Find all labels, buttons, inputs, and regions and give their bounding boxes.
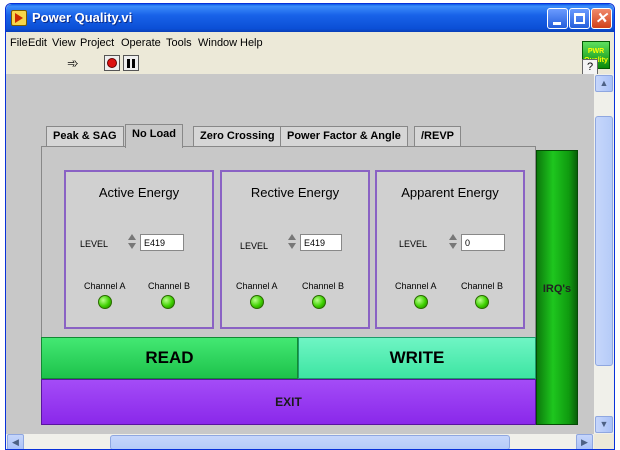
- menu-bar: File Edit View Project Operate Tools Win…: [6, 34, 614, 52]
- menu-help[interactable]: Help: [240, 37, 263, 49]
- menu-view[interactable]: View: [52, 37, 76, 49]
- vertical-scroll-thumb[interactable]: [595, 116, 613, 366]
- pause-button[interactable]: [123, 55, 139, 71]
- menu-window[interactable]: Window: [198, 37, 237, 49]
- card-title: Rective Energy: [250, 185, 340, 200]
- level-label: LEVEL: [240, 241, 269, 251]
- irq-button[interactable]: IRQ's: [536, 150, 578, 425]
- channel-a-led: [414, 295, 428, 309]
- window-title: Power Quality.vi: [32, 10, 133, 25]
- level-input[interactable]: [300, 234, 342, 251]
- menu-project[interactable]: Project: [80, 37, 114, 49]
- horizontal-scroll-thumb[interactable]: [110, 435, 510, 449]
- abort-button[interactable]: [104, 55, 120, 71]
- maximize-button[interactable]: [569, 8, 590, 29]
- increment-decrement-icon[interactable]: [128, 234, 136, 250]
- channel-a-label: Channel A: [84, 281, 126, 291]
- toolbar: ➾: [6, 52, 614, 74]
- increment-decrement-icon[interactable]: [288, 234, 296, 250]
- channel-b-led: [312, 295, 326, 309]
- level-label: LEVEL: [399, 239, 428, 249]
- apparent-energy-card: Apparent Energy LEVEL Channel A Channel …: [375, 170, 525, 329]
- menu-file[interactable]: File: [10, 37, 28, 49]
- close-icon: ✕: [595, 10, 608, 27]
- pause-icon: [132, 59, 135, 68]
- increment-decrement-icon[interactable]: [449, 234, 457, 250]
- level-input[interactable]: [461, 234, 505, 251]
- horizontal-scrollbar[interactable]: ◀ ▶: [6, 434, 594, 449]
- write-button[interactable]: WRITE: [298, 337, 536, 379]
- title-bar[interactable]: Power Quality.vi ✕: [6, 4, 614, 32]
- exit-button[interactable]: EXIT: [41, 379, 536, 425]
- pause-icon: [127, 59, 130, 68]
- scroll-down-icon[interactable]: ▼: [595, 416, 613, 433]
- channel-a-led: [98, 295, 112, 309]
- irq-label: IRQ's: [542, 283, 572, 295]
- card-title: Active Energy: [98, 185, 180, 200]
- active-energy-card: Active Energy LEVEL Channel A Channel B: [64, 170, 214, 329]
- rective-energy-card: Rective Energy LEVEL Channel A Channel B: [220, 170, 370, 329]
- channel-a-label: Channel A: [395, 281, 437, 291]
- maximize-icon: [574, 13, 585, 24]
- channel-a-label: Channel A: [236, 281, 278, 291]
- menu-tools[interactable]: Tools: [166, 37, 192, 49]
- tab-zero-crossing[interactable]: Zero Crossing: [193, 126, 282, 146]
- channel-b-label: Channel B: [461, 281, 504, 291]
- context-help-button[interactable]: ?: [582, 59, 598, 75]
- minimize-icon: [553, 22, 561, 25]
- scroll-left-icon[interactable]: ◀: [7, 434, 24, 449]
- card-title: Apparent Energy: [401, 185, 499, 200]
- vertical-scrollbar[interactable]: ▲ ▼: [594, 74, 614, 434]
- app-window: Power Quality.vi ✕ File Edit View Projec…: [5, 3, 615, 450]
- tab-revp[interactable]: /REVP: [414, 126, 462, 146]
- level-input[interactable]: [140, 234, 184, 251]
- channel-b-label: Channel B: [148, 281, 191, 291]
- tab-peak-sag[interactable]: Peak & SAG: [46, 126, 124, 146]
- run-arrow-icon[interactable]: ➾: [67, 55, 79, 72]
- scroll-up-icon[interactable]: ▲: [595, 75, 613, 92]
- channel-b-led: [475, 295, 489, 309]
- stop-icon: [107, 58, 117, 68]
- menu-operate[interactable]: Operate: [121, 37, 161, 49]
- front-panel: Peak & SAG No Load Zero Crossing Power F…: [6, 74, 594, 434]
- channel-a-led: [250, 295, 264, 309]
- level-label: LEVEL: [80, 239, 109, 249]
- minimize-button[interactable]: [547, 8, 568, 29]
- channel-b-led: [161, 295, 175, 309]
- tab-power-factor-angle[interactable]: Power Factor & Angle: [280, 126, 408, 146]
- channel-b-label: Channel B: [302, 281, 345, 291]
- resize-grip-icon[interactable]: [595, 435, 613, 449]
- labview-vi-icon: [11, 10, 27, 26]
- scroll-right-icon[interactable]: ▶: [576, 434, 593, 449]
- menu-edit[interactable]: Edit: [28, 37, 47, 49]
- read-button[interactable]: READ: [41, 337, 298, 379]
- tab-no-load[interactable]: No Load: [125, 124, 183, 148]
- close-button[interactable]: ✕: [591, 8, 612, 29]
